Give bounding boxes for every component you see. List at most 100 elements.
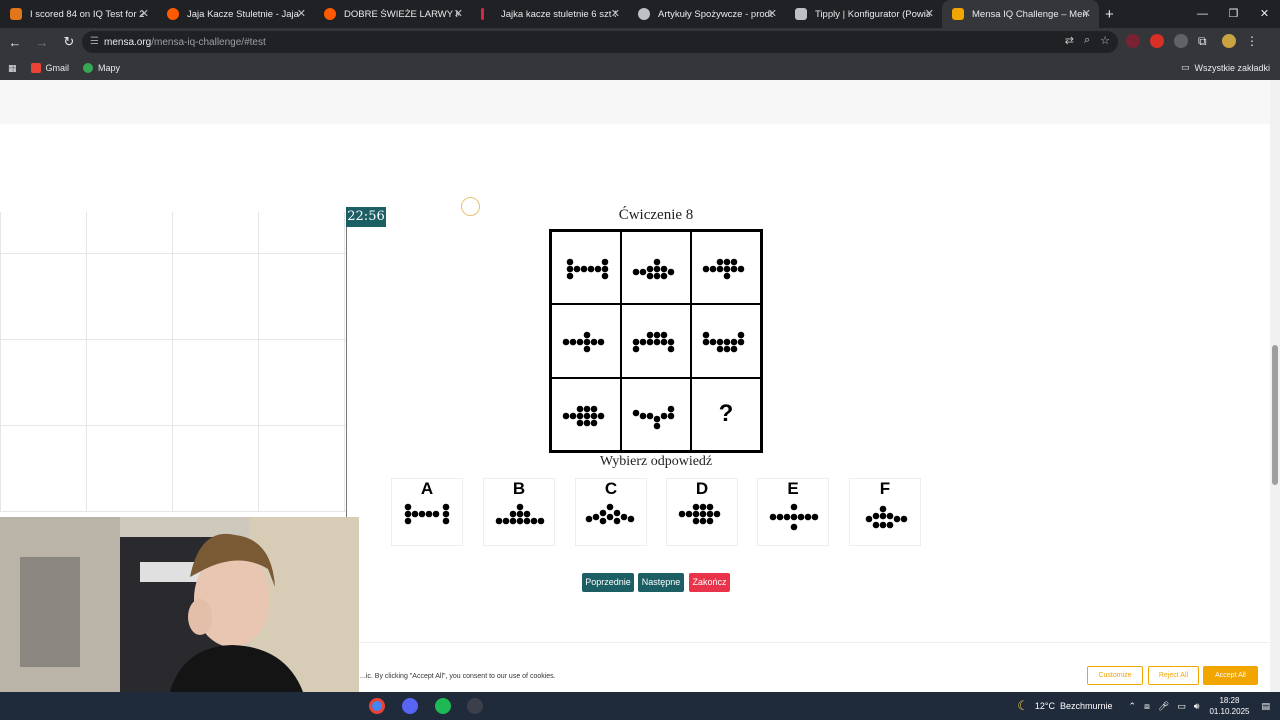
tab-6[interactable]: Tipply | Konfigurator (Powiadomienia)✕ (785, 0, 942, 28)
weather-temp: 12°C (1034, 701, 1055, 711)
clock-time: 18:28 (1219, 696, 1240, 705)
tab-7-active[interactable]: Mensa IQ Challenge – Mensa International… (942, 0, 1099, 28)
reload-icon[interactable]: ↻ (57, 34, 81, 50)
zoom-icon[interactable]: ⌕ (1084, 34, 1090, 47)
exercise-title: Ćwiczenie 8 (618, 207, 694, 223)
spotify-icon[interactable] (435, 698, 451, 714)
url-field[interactable]: ☰ mensa.org/mensa-iq-challenge/#test ⇄ ⌕… (82, 31, 1118, 53)
dot-pattern (495, 503, 545, 525)
close-tab-icon[interactable]: ✕ (768, 7, 777, 20)
answer-option-a[interactable]: A (391, 478, 463, 546)
previous-button[interactable]: Poprzednie (582, 573, 634, 592)
obs-icon[interactable] (467, 698, 483, 714)
dot-pattern (566, 258, 609, 280)
notifications-icon[interactable]: ▤ (1261, 701, 1270, 712)
background-grid (0, 212, 346, 512)
tab-3[interactable]: DOBRE ŚWIEŻE LARWY MĄCZNIKA✕ (314, 0, 471, 28)
clock[interactable]: 18:28 01.10.2025 (1209, 695, 1249, 717)
all-bookmarks[interactable]: ▭ Wszystkie zakładki (1181, 62, 1270, 73)
globe-icon (638, 8, 650, 20)
tab-2[interactable]: Jaja Kacze Stuletnie - Jaja - Zakupy✕ (157, 0, 314, 28)
answer-option-f[interactable]: F (849, 478, 921, 546)
moon-weather-icon: ☾ (1017, 698, 1029, 713)
matrix-cell (621, 231, 691, 305)
all-bookmarks-label: Wszystkie zakładki (1194, 62, 1270, 73)
adblock-icon[interactable] (1150, 34, 1164, 48)
tab-title: Artykuły Spożywcze - produkty (658, 8, 773, 20)
microphone-icon[interactable]: 🎤︎ (1158, 701, 1169, 712)
timer: 22:56 (346, 207, 386, 227)
dot-pattern (562, 332, 605, 353)
extensions: ⧉ ⋮ (1126, 34, 1260, 48)
close-tab-icon[interactable]: ✕ (454, 7, 463, 20)
forward-icon[interactable]: → (30, 35, 54, 50)
close-tab-icon[interactable]: ✕ (297, 7, 306, 20)
answer-option-e[interactable]: E (757, 478, 829, 546)
extension-icon[interactable] (1174, 34, 1188, 48)
apps-icon[interactable]: ▦ (8, 63, 17, 74)
chrome-icon[interactable] (369, 698, 385, 714)
tab-4[interactable]: Jajka kacze stuletnie 6 szt 360g✕ (471, 0, 628, 28)
chevron-up-icon[interactable]: ⌃ (1129, 701, 1137, 712)
discord-icon[interactable] (402, 698, 418, 714)
omnibox-icons: ⇄ ⌕ ☆ (1065, 34, 1110, 47)
puzzle-icon[interactable]: ⧉ (1198, 34, 1212, 48)
volume-icon[interactable]: 🔊︎ (1194, 701, 1200, 712)
dot-pattern (632, 258, 675, 280)
bookmark-label: Gmail (45, 63, 70, 73)
restore-icon[interactable]: ❐ (1218, 0, 1249, 28)
dot-pattern (702, 332, 745, 353)
network-icon[interactable]: ▭ (1177, 701, 1186, 712)
allegro-icon (167, 8, 179, 20)
bookmark-star-icon[interactable]: ☆ (1100, 34, 1110, 47)
url-path: /mensa-iq-challenge/#test (151, 36, 266, 48)
bookmark-gmail[interactable]: Gmail (30, 63, 70, 73)
menu-icon[interactable]: ⋮ (1246, 34, 1260, 48)
close-tab-icon[interactable]: ✕ (925, 7, 934, 20)
reject-all-button[interactable]: Reject All (1148, 666, 1199, 685)
address-bar-row: ← → ↻ ☰ mensa.org/mensa-iq-challenge/#te… (0, 28, 1280, 56)
tab-1[interactable]: I scored 84 on IQ Test for 2021.✕ (0, 0, 157, 28)
close-tab-icon[interactable]: ✕ (611, 7, 620, 20)
back-icon[interactable]: ← (3, 35, 27, 50)
minimize-icon[interactable]: — (1187, 0, 1218, 28)
finish-button[interactable]: Zakończ (689, 573, 730, 592)
accept-all-button[interactable]: Accept All (1203, 666, 1258, 685)
site-info-icon[interactable]: ☰ (90, 36, 99, 47)
matrix-cell (621, 304, 691, 378)
tab-title: Tipply | Konfigurator (Powiadomienia) (815, 8, 930, 20)
meet-icon[interactable]: ⧈ (1144, 701, 1150, 712)
tab-title: Jaja Kacze Stuletnie - Jaja - Zakupy (187, 8, 302, 20)
scrollbar-thumb[interactable] (1272, 345, 1278, 485)
translate-icon[interactable]: ⇄ (1065, 34, 1074, 47)
matrix-cell (691, 231, 761, 305)
close-tab-icon[interactable]: ✕ (140, 7, 149, 20)
dot-pattern (702, 258, 745, 280)
window-controls: — ❐ ✕ (1187, 0, 1280, 28)
answer-option-c[interactable]: C (575, 478, 647, 546)
mensa-icon (952, 8, 964, 20)
avatar[interactable] (1222, 34, 1236, 48)
folder-icon: ▭ (1180, 62, 1190, 72)
webcam-overlay (0, 517, 359, 720)
browser-tab-bar: I scored 84 on IQ Test for 2021.✕ Jaja K… (0, 0, 1280, 28)
matrix-cell (551, 377, 621, 451)
scrollbar[interactable] (1270, 80, 1280, 692)
tab-5[interactable]: Artykuły Spożywcze - produkty✕ (628, 0, 785, 28)
customize-button[interactable]: Customize (1087, 666, 1143, 685)
next-button[interactable]: Następne (638, 573, 684, 592)
extension-icon[interactable] (1126, 34, 1140, 48)
matrix-cell-missing: ? (691, 377, 761, 451)
cookie-text: ...ic. By clicking "Accept All", you con… (360, 673, 556, 680)
puzzle-matrix: ? (549, 229, 763, 453)
dot-pattern (562, 405, 605, 426)
maps-pin-icon (83, 63, 94, 73)
close-window-icon[interactable]: ✕ (1249, 0, 1280, 28)
close-tab-icon[interactable]: ✕ (1082, 7, 1091, 20)
windows-taskbar: ☾ 12°C Bezchmurnie ⌃ ⧈ 🎤︎ ▭ 🔊︎ 18:28 01.… (0, 692, 1280, 720)
answer-option-b[interactable]: B (483, 478, 555, 546)
answer-option-d[interactable]: D (666, 478, 738, 546)
new-tab-icon[interactable]: + (1105, 6, 1114, 23)
bookmark-maps[interactable]: Mapy (83, 63, 120, 73)
gmail-icon (30, 63, 41, 73)
